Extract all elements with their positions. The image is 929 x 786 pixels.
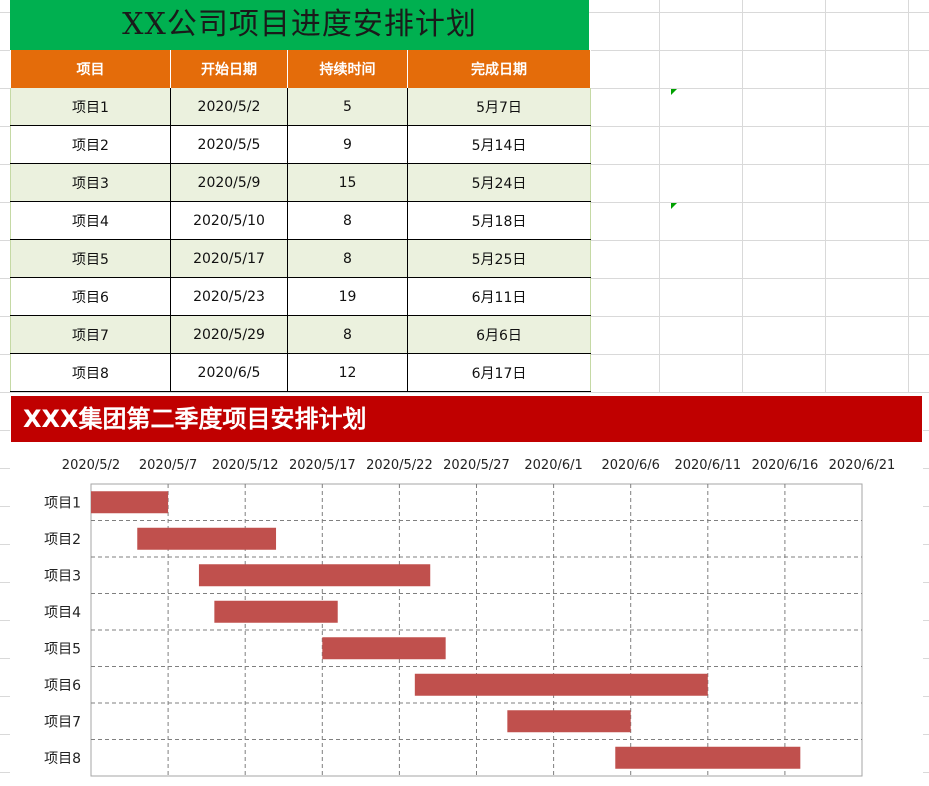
cell-duration[interactable]: 19 [287,277,408,316]
cell-finish-date[interactable]: 6月6日 [407,315,591,354]
table-row: 项目5 2020/5/17 8 5月25日 [10,239,591,278]
table-row: 项目2 2020/5/5 9 5月14日 [10,125,591,164]
x-tick-label: 2020/5/7 [139,458,197,473]
x-tick-label: 2020/5/2 [62,458,120,473]
cell-error-indicator [671,89,677,95]
cell-finish-date[interactable]: 5月7日 [407,88,591,126]
cell-duration[interactable]: 8 [287,315,408,354]
x-tick-label: 2020/6/21 [829,458,896,473]
sheet-title: XX公司项目进度安排计划 [10,0,589,50]
cell-start-date[interactable]: 2020/5/23 [170,277,288,316]
cell-error-indicator [671,203,677,209]
cell-finish-date[interactable]: 5月24日 [407,163,591,202]
cell-finish-date[interactable]: 5月14日 [407,125,591,164]
y-category-label: 项目4 [44,605,81,621]
table-row: 项目8 2020/6/5 12 6月17日 [10,353,591,392]
y-category-label: 项目7 [44,714,81,730]
table-row: 项目4 2020/5/10 8 5月18日 [10,201,591,240]
y-category-label: 项目3 [44,568,81,584]
cell-finish-date[interactable]: 5月18日 [407,201,591,240]
table-row: 项目1 2020/5/2 5 5月7日 [10,88,591,126]
table-row: 项目3 2020/5/9 15 5月24日 [10,163,591,202]
gantt-bar [198,564,431,587]
cell-project[interactable]: 项目4 [10,201,171,240]
cell-project[interactable]: 项目8 [10,353,171,392]
x-tick-label: 2020/5/27 [443,458,510,473]
y-category-label: 项目2 [44,532,81,548]
gantt-plot-area: 2020/5/2 2020/5/7 2020/5/12 2020/5/17 2020/5… [44,458,896,777]
cell-start-date[interactable]: 2020/5/10 [170,201,288,240]
cell-project[interactable]: 项目6 [10,277,171,316]
gantt-bar [507,710,631,733]
y-category-label: 项目8 [44,751,81,767]
cell-duration[interactable]: 9 [287,125,408,164]
y-category-label: 项目6 [44,678,81,694]
schedule-table: 项目 开始日期 持续时间 完成日期 项目1 2020/5/2 5 5月7日 项目… [10,50,591,392]
cell-start-date[interactable]: 2020/5/9 [170,163,288,202]
cell-project[interactable]: 项目1 [10,88,171,126]
gantt-bar [322,637,446,660]
gantt-bar [615,746,801,769]
cell-start-date[interactable]: 2020/5/29 [170,315,288,354]
gantt-bar [414,673,708,696]
header-finish-date[interactable]: 完成日期 [407,50,591,88]
header-duration[interactable]: 持续时间 [287,50,408,88]
gantt-bar [214,600,338,623]
cell-start-date[interactable]: 2020/5/17 [170,239,288,278]
x-tick-label: 2020/6/1 [524,458,582,473]
cell-finish-date[interactable]: 6月11日 [407,277,591,316]
cell-duration[interactable]: 8 [287,201,408,240]
cell-project[interactable]: 项目5 [10,239,171,278]
cell-start-date[interactable]: 2020/6/5 [170,353,288,392]
y-category-label: 项目1 [44,495,81,511]
cell-project[interactable]: 项目7 [10,315,171,354]
cell-duration[interactable]: 12 [287,353,408,392]
chart-title: XXX集团第二季度项目安排计划 [11,396,922,442]
gantt-chart[interactable]: XXX集团第二季度项目安排计划 2020/5/2 2020/5/7 2020/5/1… [10,393,923,786]
table-header-row: 项目 开始日期 持续时间 完成日期 [10,50,591,88]
cell-finish-date[interactable]: 5月25日 [407,239,591,278]
cell-duration[interactable]: 15 [287,163,408,202]
gantt-bar [137,527,277,550]
cell-project[interactable]: 项目3 [10,163,171,202]
header-start-date[interactable]: 开始日期 [170,50,288,88]
x-tick-label: 2020/6/16 [752,458,819,473]
cell-duration[interactable]: 8 [287,239,408,278]
cell-project[interactable]: 项目2 [10,125,171,164]
x-tick-label: 2020/6/6 [602,458,660,473]
x-tick-label: 2020/5/17 [289,458,356,473]
x-tick-label: 2020/5/12 [212,458,279,473]
cell-finish-date[interactable]: 6月17日 [407,353,591,392]
x-tick-label: 2020/6/11 [674,458,741,473]
table-row: 项目7 2020/5/29 8 6月6日 [10,315,591,354]
table-row: 项目6 2020/5/23 19 6月11日 [10,277,591,316]
cell-duration[interactable]: 5 [287,88,408,126]
header-project[interactable]: 项目 [10,50,171,88]
cell-start-date[interactable]: 2020/5/2 [170,88,288,126]
cell-start-date[interactable]: 2020/5/5 [170,125,288,164]
y-category-label: 项目5 [44,641,81,657]
gantt-bar [91,491,169,514]
x-tick-label: 2020/5/22 [366,458,433,473]
